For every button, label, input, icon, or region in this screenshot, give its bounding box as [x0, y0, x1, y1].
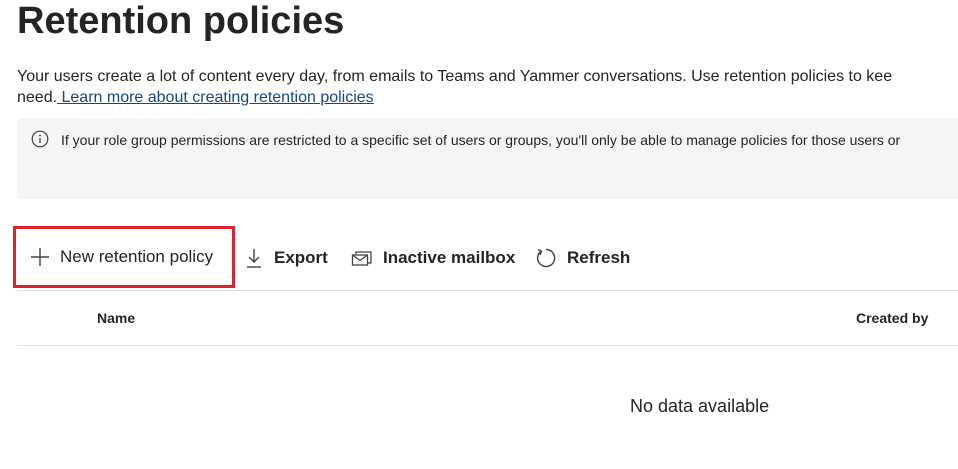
column-header-created-by[interactable]: Created by	[856, 309, 928, 327]
download-icon	[247, 249, 261, 268]
info-icon	[31, 130, 49, 148]
info-banner-text: If your role group permissions are restr…	[61, 132, 901, 148]
refresh-label: Refresh	[567, 248, 631, 267]
new-retention-policy-label: New retention policy	[60, 247, 214, 266]
page-title: Retention policies	[17, 0, 345, 42]
refresh-icon	[536, 248, 556, 268]
export-label: Export	[274, 248, 328, 267]
refresh-button[interactable]: Refresh	[535, 226, 630, 290]
empty-state-message: No data available	[630, 396, 770, 416]
description-line-1: Your users create a lot of content every…	[17, 68, 893, 85]
command-bar: New retention policy Export Inactive mai…	[13, 226, 958, 290]
description-line-2-prefix: need.	[17, 89, 58, 106]
column-header-name[interactable]: Name	[97, 309, 135, 327]
export-button[interactable]: Export	[246, 226, 328, 290]
header-divider	[17, 345, 958, 346]
plus-icon	[31, 248, 49, 266]
retention-policies-page: Retention policies Your users create a l…	[0, 0, 958, 469]
mail-icon	[351, 251, 372, 266]
learn-more-link[interactable]: Learn more about creating retention poli…	[57, 89, 373, 106]
inactive-mailbox-button[interactable]: Inactive mailbox	[351, 226, 515, 290]
toolbar-divider	[17, 290, 958, 291]
new-retention-policy-button[interactable]: New retention policy	[13, 226, 235, 288]
page-description: Your users create a lot of content every…	[17, 66, 958, 108]
description-line-2: need. Learn more about creating retentio…	[17, 87, 958, 108]
info-banner: If your role group permissions are restr…	[17, 118, 958, 199]
inactive-mailbox-label: Inactive mailbox	[383, 248, 516, 267]
